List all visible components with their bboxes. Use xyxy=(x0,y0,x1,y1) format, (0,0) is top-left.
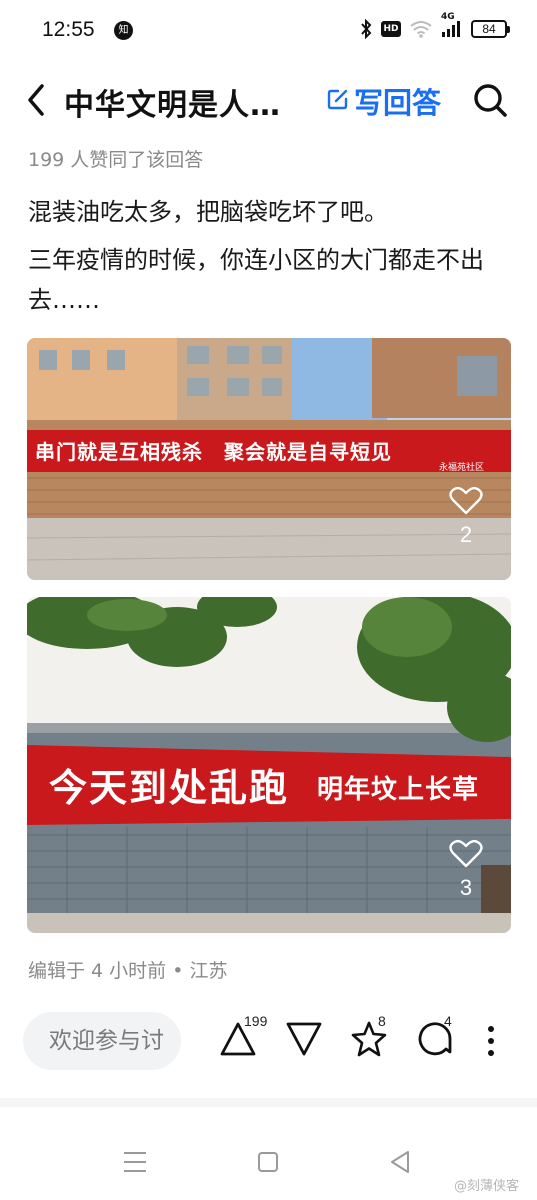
section-divider xyxy=(0,1098,537,1107)
edit-info: 编辑于 4 小时前 • 江苏 xyxy=(28,960,228,982)
back-arrow-icon[interactable] xyxy=(22,80,52,120)
favorite-button[interactable]: 8 xyxy=(350,1013,388,1062)
favorite-count: 8 xyxy=(378,1013,386,1029)
upvote-count: 199 xyxy=(244,1013,268,1029)
battery-icon: 84 xyxy=(471,20,510,38)
image-like-count-2: 3 xyxy=(459,875,473,900)
upvote-button[interactable]: 199 xyxy=(218,1013,267,1062)
image-like-count-1: 2 xyxy=(459,522,473,547)
downvote-triangle-icon xyxy=(284,1022,324,1062)
hd-icon: HD xyxy=(381,21,401,37)
banner-text-1: 串门就是互相残杀 聚会就是自寻短见 xyxy=(35,440,392,464)
answer-image-1[interactable]: 串门就是互相残杀 聚会就是自寻短见 永福苑社区 2 xyxy=(27,338,511,580)
search-icon[interactable] xyxy=(470,80,510,120)
edit-icon xyxy=(326,87,350,115)
top-navigation: 中华文明是人… 写回答 xyxy=(0,72,537,128)
status-bar: 12:55 知 HD 4G 84 xyxy=(0,0,537,62)
bluetooth-icon xyxy=(359,19,373,39)
answer-paragraph-2: 三年疫情的时候，你连小区的大门都走不出去…… xyxy=(28,246,484,314)
upvote-triangle-icon xyxy=(218,1022,258,1062)
heart-icon xyxy=(449,839,483,873)
wifi-icon xyxy=(409,20,433,38)
answer-paragraph-1: 混装油吃太多，把脑袋吃坏了吧。 xyxy=(28,198,388,226)
agree-count: 199 人赞同了该回答 xyxy=(28,149,204,171)
banner-text-2b: 明年坟上长草 xyxy=(317,775,480,805)
image-like-button-1[interactable]: 2 xyxy=(449,486,483,548)
network-type: 4G xyxy=(441,12,455,22)
bottom-action-bar: 欢迎参与讨 199 8 4 xyxy=(0,1012,537,1072)
write-answer-button[interactable]: 写回答 xyxy=(326,80,441,122)
image-like-button-2[interactable]: 3 xyxy=(449,839,483,901)
menu-lines-icon[interactable] xyxy=(122,1150,148,1178)
comment-input[interactable]: 欢迎参与讨 xyxy=(23,1012,181,1070)
comment-bubble-icon xyxy=(416,1022,454,1062)
more-options-button[interactable] xyxy=(484,1024,498,1062)
comment-count: 4 xyxy=(444,1013,452,1029)
more-dots-icon xyxy=(484,1026,498,1062)
heart-icon xyxy=(449,486,483,520)
comments-button[interactable]: 4 xyxy=(416,1013,454,1062)
status-icons: HD 4G 84 xyxy=(359,12,510,39)
answer-image-2[interactable]: 今天到处乱跑 明年坟上长草 3 xyxy=(27,597,511,933)
cellular-signal-icon: 4G xyxy=(441,12,463,38)
banner-text-2a: 今天到处乱跑 xyxy=(49,766,290,810)
zhihu-app-icon: 知 xyxy=(114,21,133,40)
watermark: @刻薄侠客 xyxy=(453,1179,519,1194)
star-icon xyxy=(350,1021,388,1062)
write-answer-label: 写回答 xyxy=(354,86,442,120)
downvote-button[interactable] xyxy=(284,1020,324,1062)
home-square-icon[interactable] xyxy=(256,1150,280,1178)
status-time: 12:55 xyxy=(42,18,95,41)
banner-small-text-1: 永福苑社区 xyxy=(439,463,485,473)
question-title[interactable]: 中华文明是人… xyxy=(64,80,281,124)
back-triangle-icon[interactable] xyxy=(388,1149,412,1179)
